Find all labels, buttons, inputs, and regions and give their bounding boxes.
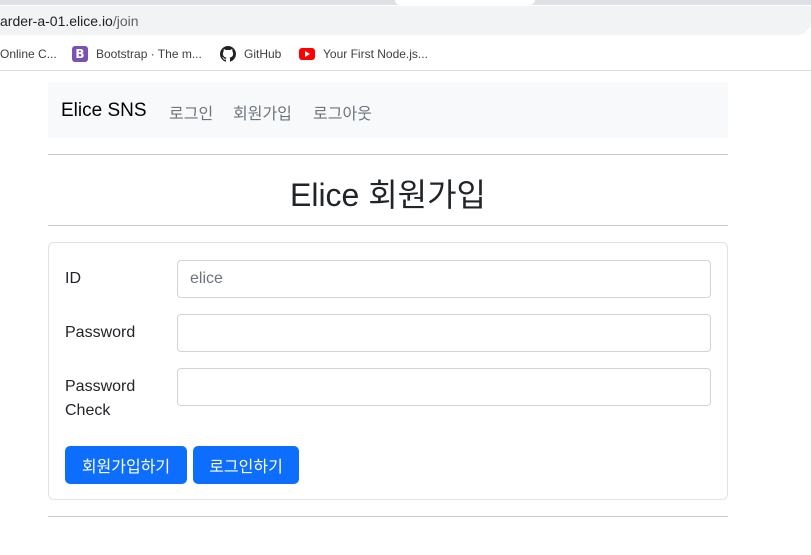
- url-path: /join: [112, 13, 139, 29]
- password-check-label: Password Check: [65, 375, 135, 423]
- join-submit-button[interactable]: 회원가입하기: [65, 446, 187, 484]
- password-label: Password: [65, 324, 136, 341]
- address-bar[interactable]: arder-a-01.elice.io/join: [0, 6, 811, 35]
- navbar: Elice SNS 로그인 회원가입 로그아웃: [48, 82, 728, 138]
- nav-link-logout[interactable]: 로그아웃: [313, 100, 372, 124]
- bookmark-github[interactable]: GitHub: [220, 44, 281, 64]
- url-host: arder-a-01.elice.io: [0, 13, 113, 29]
- bookmark-youtube[interactable]: Your First Node.js...: [299, 44, 428, 64]
- bootstrap-icon: B: [72, 46, 88, 62]
- bookmark-label: Bootstrap · The m...: [96, 47, 202, 61]
- id-label: ID: [65, 270, 81, 287]
- divider-top: [48, 154, 728, 155]
- bookmark-label: GitHub: [244, 47, 282, 61]
- bookmark-bootstrap[interactable]: B Bootstrap · The m...: [72, 44, 202, 64]
- login-button[interactable]: 로그인하기: [193, 446, 299, 484]
- divider-title: [48, 225, 728, 226]
- navbar-brand[interactable]: Elice SNS: [61, 100, 147, 122]
- password-check-input[interactable]: [177, 368, 711, 406]
- bookmarks-bar: Online C... B Bootstrap · The m... GitHu…: [0, 36, 811, 71]
- nav-link-join[interactable]: 회원가입: [233, 100, 292, 124]
- youtube-icon: [299, 48, 315, 60]
- bookmark-online[interactable]: Online C...: [0, 44, 57, 64]
- password-input[interactable]: [177, 314, 711, 352]
- password-check-label-line1: Password: [65, 378, 136, 395]
- bookmark-label: Your First Node.js...: [323, 47, 428, 61]
- bookmark-label: Online C...: [0, 47, 57, 61]
- active-tab[interactable]: [395, 0, 535, 5]
- url-text[interactable]: arder-a-01.elice.io/join: [0, 13, 139, 29]
- browser-tab-strip: [0, 0, 811, 5]
- page-title: Elice 회원가입: [289, 177, 486, 213]
- password-check-label-line2: Check: [65, 402, 111, 419]
- nav-link-login[interactable]: 로그인: [169, 100, 213, 124]
- join-form-card: ID Password Password Check 회원가입하기 로그인하기: [48, 242, 728, 500]
- divider-bottom: [48, 516, 728, 517]
- id-input[interactable]: [177, 260, 711, 298]
- github-icon: [220, 46, 236, 62]
